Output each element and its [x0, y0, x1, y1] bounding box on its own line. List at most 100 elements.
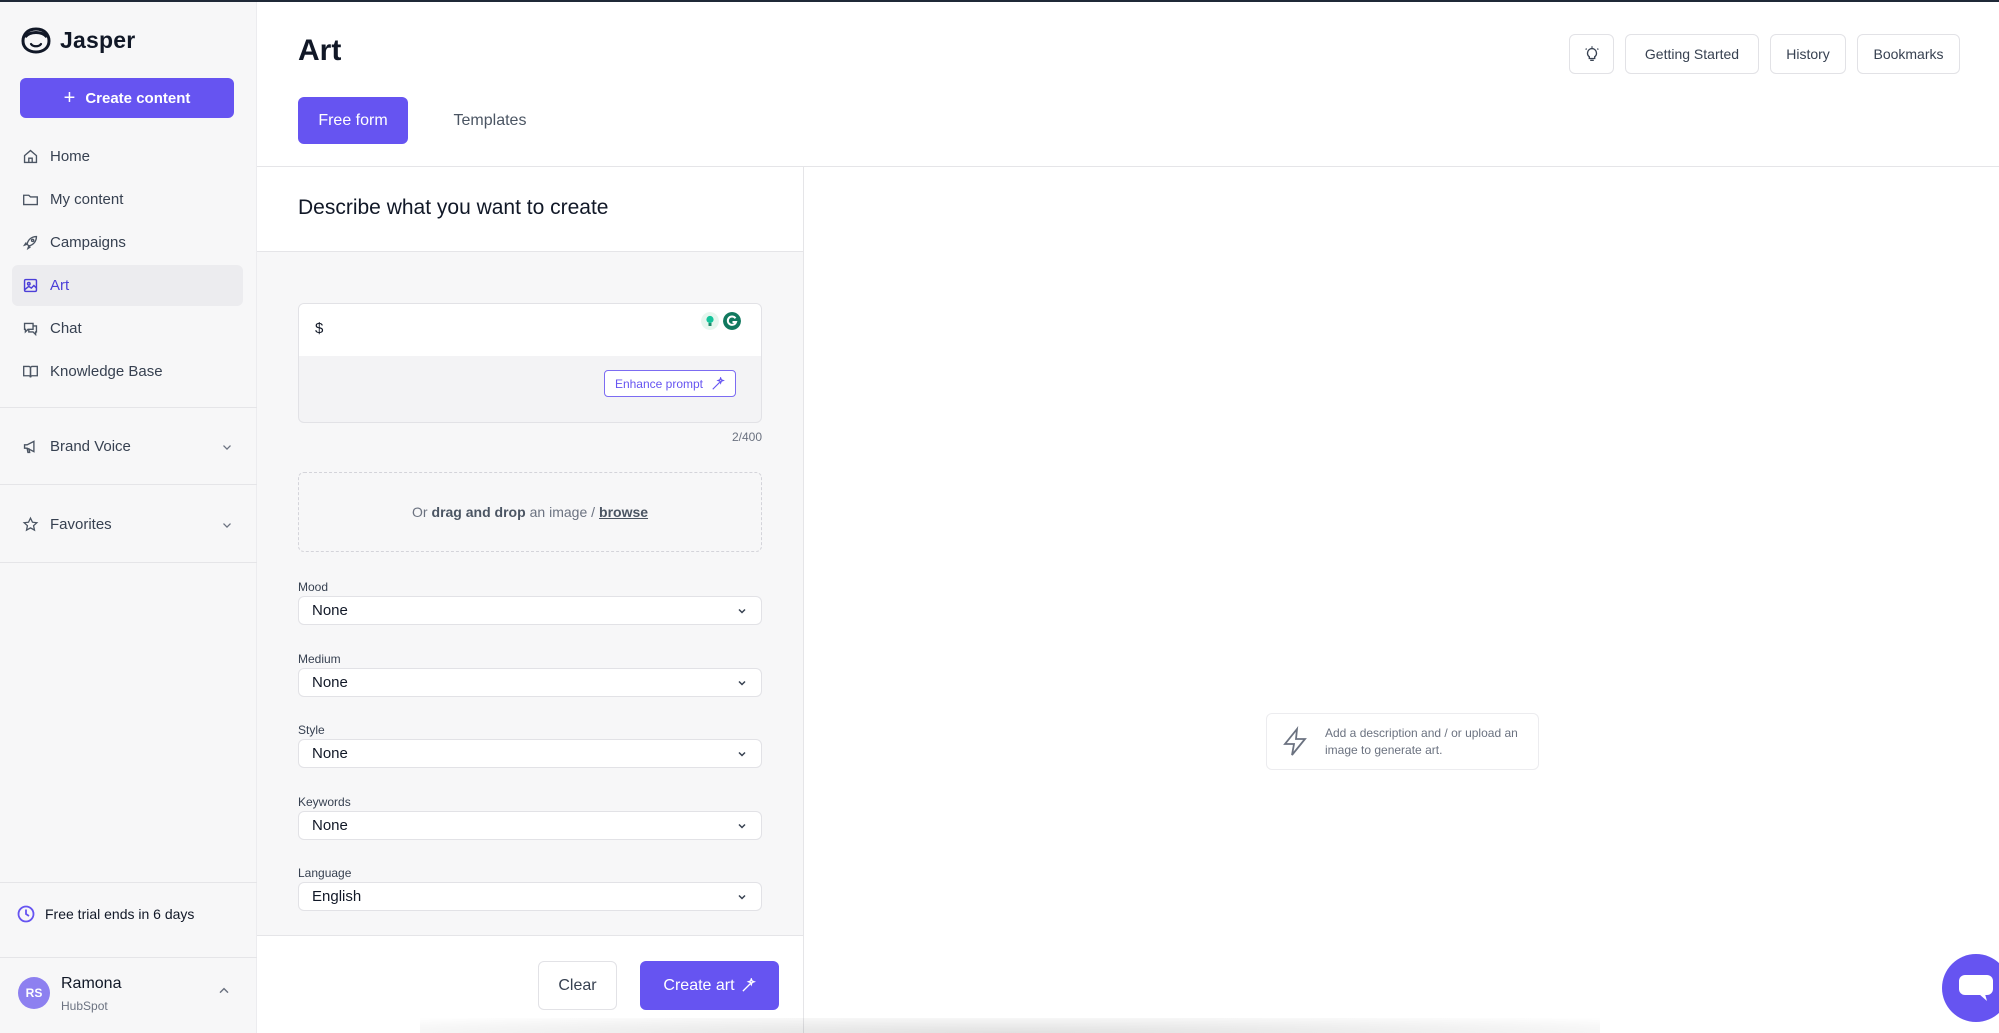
sidebar-divider [0, 407, 257, 408]
clear-button[interactable]: Clear [538, 961, 617, 1010]
enhance-prompt-label: Enhance prompt [614, 376, 703, 391]
sidebar-item-campaigns[interactable]: Campaigns [12, 222, 243, 263]
character-counter: 2/400 [731, 430, 762, 444]
empty-state-text: Add a description and / or upload an ima… [1325, 725, 1518, 757]
mood-value: None [312, 602, 348, 619]
tips-button[interactable] [1569, 34, 1614, 74]
prompt-text: $ [315, 320, 324, 337]
medium-select[interactable]: None [298, 668, 762, 697]
dropzone-middle-text: an image / [529, 504, 596, 520]
window-top-border [0, 0, 1999, 2]
lightbulb-icon [1584, 46, 1599, 61]
app-logo[interactable]: Jasper [20, 26, 135, 54]
keywords-select[interactable]: None [298, 811, 762, 840]
tab-free-form[interactable]: Free form [298, 97, 408, 144]
create-content-label: Create content [85, 89, 191, 107]
enhance-prompt-button[interactable]: Enhance prompt [603, 370, 736, 397]
image-dropzone[interactable]: Or drag and drop an image / browse [298, 472, 762, 552]
folder-icon [23, 194, 38, 206]
dropzone-bold-text: drag and drop [431, 504, 526, 520]
sidebar-section-brand-voice[interactable]: Brand Voice [22, 438, 234, 455]
chevron-down-icon [738, 608, 746, 614]
sidebar-item-knowledge-base[interactable]: Knowledge Base [12, 351, 243, 392]
create-art-button[interactable]: Create art [640, 961, 779, 1010]
megaphone-icon [23, 440, 35, 454]
mood-label: Mood [298, 580, 329, 594]
sidebar-item-chat[interactable]: Chat [12, 308, 243, 349]
chevron-down-icon [738, 894, 746, 900]
sidebar-divider [0, 484, 257, 485]
medium-label: Medium [298, 652, 341, 666]
tab-templates[interactable]: Templates [440, 97, 540, 144]
getting-started-button[interactable]: Getting Started [1625, 34, 1759, 74]
medium-value: None [312, 674, 348, 691]
sidebar-item-label: Campaigns [50, 234, 126, 251]
prompt-box: $ Enhance prompt [298, 303, 762, 423]
language-select[interactable]: English [298, 882, 762, 911]
sidebar-section-favorites[interactable]: Favorites [22, 516, 234, 533]
chevron-up-icon [219, 987, 229, 994]
sidebar-item-label: Knowledge Base [50, 363, 163, 380]
assistant-bulb-icon[interactable] [701, 312, 719, 330]
grammarly-icon[interactable] [723, 312, 741, 330]
browse-link[interactable]: browse [599, 504, 648, 520]
sparkle-icon [741, 978, 756, 992]
brand-voice-label: Brand Voice [50, 438, 131, 455]
sidebar-item-label: Art [50, 277, 70, 294]
sidebar-divider [0, 882, 257, 883]
chat-bubble-icon [1959, 975, 1993, 1001]
art-form-panel: Describe what you want to create $ Enhan… [257, 167, 804, 1033]
sidebar-item-label: Chat [50, 320, 82, 337]
trial-text: Free trial ends in 6 days [45, 906, 195, 922]
language-label: Language [298, 866, 352, 880]
prompt-input[interactable]: $ [299, 304, 761, 356]
sidebar-item-label: My content [50, 191, 124, 208]
app-name: Jasper [60, 26, 136, 53]
sidebar-item-my-content[interactable]: My content [12, 179, 243, 220]
page-title: Art [298, 34, 342, 67]
form-header: Describe what you want to create [257, 167, 803, 252]
mood-select[interactable]: None [298, 596, 762, 625]
style-value: None [312, 745, 348, 762]
sidebar-item-home[interactable]: Home [12, 136, 243, 177]
sidebar-item-art[interactable]: Art [12, 265, 243, 306]
book-icon [23, 365, 38, 378]
trial-notice[interactable]: Free trial ends in 6 days [16, 904, 194, 924]
user-name: Ramona [61, 975, 122, 992]
image-icon [23, 278, 38, 293]
empty-state-hint: Add a description and / or upload an ima… [1266, 713, 1539, 770]
sidebar-divider [0, 562, 257, 563]
sidebar-nav: Home My content Campaigns Art Chat Knowl… [12, 136, 243, 394]
chevron-down-icon [223, 444, 231, 450]
chat-icon [23, 322, 38, 337]
keywords-value: None [312, 817, 348, 834]
chevron-down-icon [738, 680, 746, 686]
user-menu[interactable]: RS Ramona HubSpot [0, 957, 257, 1033]
art-canvas: Add a description and / or upload an ima… [805, 167, 1999, 1033]
plus-icon: + [63, 87, 76, 109]
home-icon [23, 149, 38, 164]
form-heading: Describe what you want to create [298, 196, 609, 219]
style-select[interactable]: None [298, 739, 762, 768]
create-art-label: Create art [663, 976, 735, 994]
avatar: RS [18, 977, 50, 1009]
writing-assistant-icons [701, 312, 741, 330]
language-value: English [312, 888, 362, 905]
history-button[interactable]: History [1770, 34, 1846, 74]
star-icon [22, 516, 39, 532]
clock-icon [17, 905, 35, 923]
create-content-button[interactable]: + Create content [20, 78, 234, 118]
sidebar: Jasper + Create content Home My content … [0, 2, 257, 1033]
chevron-down-icon [738, 751, 746, 757]
sparkle-icon [712, 376, 725, 390]
favorites-label: Favorites [50, 516, 112, 533]
style-label: Style [298, 723, 325, 737]
chevron-down-icon [223, 522, 231, 528]
jasper-logo-icon [21, 27, 51, 54]
sidebar-item-label: Home [50, 148, 91, 165]
rocket-icon [22, 235, 38, 251]
bookmarks-button[interactable]: Bookmarks [1857, 34, 1960, 74]
keywords-label: Keywords [298, 795, 351, 809]
user-organization: HubSpot [61, 999, 108, 1013]
bottom-shadow [420, 1018, 1600, 1033]
